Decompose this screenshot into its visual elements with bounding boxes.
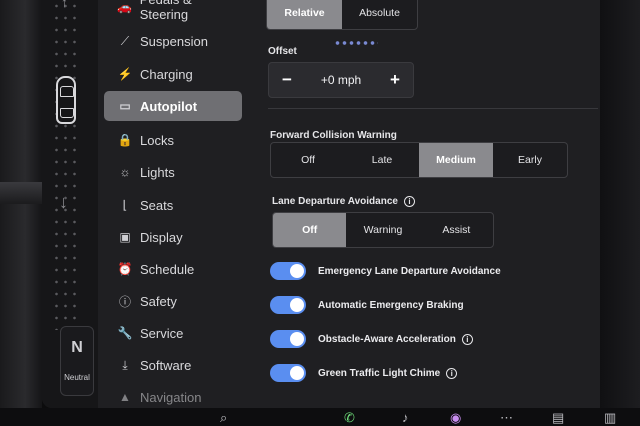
arrow-down-icon: ↓ — [59, 192, 68, 212]
lda-label-row: Lane Departure Avoidance i — [272, 196, 415, 207]
download-icon: ⤓ — [122, 357, 128, 372]
menu-item-schedule[interactable]: ⏰ Schedule — [104, 254, 242, 284]
more-apps-icon[interactable]: ⋯ — [500, 410, 513, 426]
sun-icon: ☼ — [119, 165, 131, 179]
offset-value: +0 mph — [320, 73, 362, 87]
lda-option-off[interactable]: Off — [273, 213, 347, 247]
green-light-chime-toggle[interactable] — [270, 364, 306, 382]
dashboard-trim — [0, 182, 42, 204]
menu-item-label: Suspension — [140, 33, 208, 49]
bottom-dock: ⌕ ✆ ♪ ◉ ⋯ ▤ ▥ — [0, 408, 640, 426]
menu-item-lights[interactable]: ☼ Lights — [104, 157, 242, 187]
toggle-label: Green Traffic Light Chime — [318, 367, 441, 379]
menu-item-navigation[interactable]: ▲ Navigation — [104, 382, 242, 408]
obstacle-aware-toggle[interactable] — [270, 330, 306, 348]
toggle-row-green-light-chime: Green Traffic Light Chime i — [270, 364, 458, 382]
lock-icon: 🔒 — [117, 133, 133, 147]
speed-mode-absolute[interactable]: Absolute — [342, 0, 417, 29]
fcw-option-medium[interactable]: Medium — [419, 143, 493, 177]
music-icon[interactable]: ♪ — [402, 410, 409, 425]
gear-letter: N — [71, 339, 83, 356]
menu-item-label: Navigation — [140, 389, 202, 405]
cursor-artifact — [334, 40, 378, 46]
gear-indicator[interactable]: N Neutral — [60, 326, 94, 396]
nav-icon: ▲ — [119, 390, 131, 404]
toggle-row-aeb: Automatic Emergency Braking — [270, 296, 464, 314]
toggle-row-emergency-lda: Emergency Lane Departure Avoidance — [270, 262, 501, 280]
speed-mode-relative[interactable]: Relative — [267, 0, 342, 29]
info-icon[interactable]: i — [446, 367, 458, 379]
menu-item-label: Lights — [140, 164, 175, 180]
seat-icon: ⌊ — [122, 198, 128, 212]
fcw-selector: Off Late Medium Early — [270, 142, 568, 178]
arrow-up-icon: ↑ — [61, 0, 68, 10]
speed-mode-selector: Relative Absolute — [266, 0, 418, 30]
menu-item-seats[interactable]: ⌊ Seats — [104, 190, 242, 220]
menu-item-label: Seats — [140, 197, 174, 213]
clock-icon: ⏰ — [117, 262, 133, 276]
dock-search-icon[interactable]: ⌕ — [220, 410, 227, 426]
touchscreen: ↑ ↓ N Neutral 🚗 Pedals & Steering ⟋ Suspen… — [42, 0, 600, 408]
wrench-icon: ⟋ — [120, 33, 130, 48]
fcw-label: Forward Collision Warning — [270, 130, 397, 141]
notes-icon[interactable]: ▥ — [604, 410, 616, 426]
lda-option-warning[interactable]: Warning — [346, 213, 419, 247]
info-icon[interactable]: i — [403, 196, 415, 207]
car-status-strip: ↑ ↓ N Neutral — [42, 0, 98, 408]
fcw-option-early[interactable]: Early — [493, 143, 567, 177]
offset-stepper: − +0 mph + — [268, 62, 414, 98]
menu-item-pedals-steering[interactable]: 🚗 Pedals & Steering — [104, 0, 242, 22]
menu-item-charging[interactable]: ⚡ Charging — [104, 59, 242, 89]
menu-item-label: Display — [140, 229, 183, 245]
phone-icon[interactable]: ✆ — [344, 410, 355, 426]
menu-item-label: Software — [140, 357, 192, 373]
menu-item-label: Pedals & Steering — [139, 0, 192, 22]
screen-bezel-left — [0, 0, 42, 426]
settings-menu: 🚗 Pedals & Steering ⟋ Suspension ⚡ Charging… — [104, 0, 244, 408]
menu-item-service[interactable]: 🔧 Service — [104, 318, 242, 348]
emergency-lda-toggle[interactable] — [270, 262, 306, 280]
calendar-icon[interactable]: ▤ — [552, 410, 564, 426]
camera-icon[interactable]: ◉ — [450, 410, 461, 426]
menu-item-label: Safety — [140, 293, 177, 309]
toggle-row-obstacle-aware: Obstacle-Aware Acceleration i — [270, 330, 473, 348]
screen-bezel-right — [600, 0, 640, 426]
section-divider — [268, 108, 598, 109]
autopilot-settings-panel: Relative Absolute Offset − +0 mph + Forw… — [264, 0, 600, 408]
menu-item-label: Charging — [140, 66, 193, 82]
toggle-label: Automatic Emergency Braking — [318, 299, 464, 311]
lda-option-assist[interactable]: Assist — [420, 213, 493, 247]
gear-label: Neutral — [64, 373, 90, 382]
fcw-option-off[interactable]: Off — [271, 143, 345, 177]
toggle-label: Emergency Lane Departure Avoidance — [318, 265, 501, 277]
aeb-toggle[interactable] — [270, 296, 306, 314]
menu-item-display[interactable]: ▣ Display — [104, 222, 242, 252]
menu-item-label: Locks — [140, 132, 174, 148]
car-icon: 🚗 — [117, 0, 133, 14]
increase-offset-button[interactable]: + — [387, 70, 403, 90]
lightning-icon: ⚡ — [117, 67, 133, 81]
car-topview-icon[interactable] — [56, 76, 76, 124]
menu-item-label: Schedule — [140, 261, 195, 277]
offset-label: Offset — [268, 46, 297, 57]
dot-pattern — [52, 0, 80, 330]
lda-label: Lane Departure Avoidance — [272, 196, 398, 208]
toggle-label: Obstacle-Aware Acceleration — [318, 333, 456, 345]
menu-item-autopilot[interactable]: ▭ Autopilot — [104, 91, 242, 121]
info-icon[interactable]: i — [461, 333, 473, 345]
menu-item-label: Service — [140, 325, 184, 341]
lda-selector: Off Warning Assist — [272, 212, 494, 248]
decrease-offset-button[interactable]: − — [279, 70, 295, 90]
menu-item-locks[interactable]: 🔒 Locks — [104, 125, 242, 155]
steering-icon: ▭ — [119, 99, 131, 113]
menu-item-software[interactable]: ⤓ Software — [104, 350, 242, 380]
fcw-option-late[interactable]: Late — [345, 143, 419, 177]
menu-item-safety[interactable]: ⓘ Safety — [104, 286, 242, 316]
display-icon: ▣ — [119, 230, 131, 244]
wrench-icon: 🔧 — [117, 326, 133, 340]
alert-icon: ⓘ — [118, 294, 131, 309]
menu-item-suspension[interactable]: ⟋ Suspension — [104, 26, 242, 56]
menu-item-label: Autopilot — [140, 98, 198, 114]
